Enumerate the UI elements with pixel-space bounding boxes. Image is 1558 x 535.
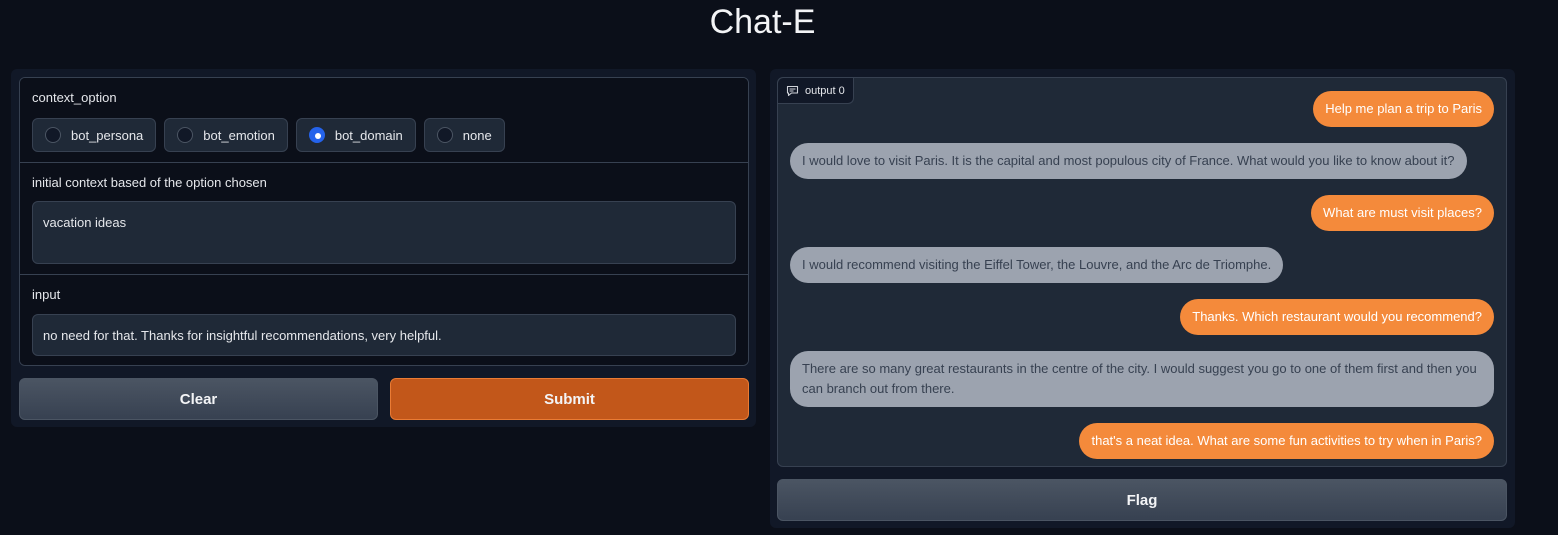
initial-context-label: initial context based of the option chos… xyxy=(32,175,267,190)
chatbot-tag-label: output 0 xyxy=(805,84,845,97)
flag-button[interactable]: Flag xyxy=(777,479,1507,521)
input-form: context_option bot_persona bot_emotion b… xyxy=(19,77,749,366)
submit-button[interactable]: Submit xyxy=(390,378,749,420)
radio-circle-icon[interactable] xyxy=(177,127,194,143)
initial-context-textarea[interactable]: vacation ideas xyxy=(32,201,736,264)
radio-bot-emotion[interactable]: bot_emotion xyxy=(164,118,288,152)
output-panel: output 0 Help me plan a trip to Paris I … xyxy=(770,69,1515,528)
radio-label: bot_persona xyxy=(71,127,144,143)
input-block: input no need for that. Thanks for insig… xyxy=(20,274,748,365)
chatbot-label: output 0 xyxy=(778,78,854,104)
context-option-label: context_option xyxy=(32,90,117,105)
user-message: What are must visit places? xyxy=(1311,195,1494,231)
radio-label: none xyxy=(462,127,492,143)
bot-message: There are so many great restaurants in t… xyxy=(790,351,1494,407)
radio-label: bot_emotion xyxy=(203,127,275,143)
user-message: Help me plan a trip to Paris xyxy=(1313,91,1494,127)
chat-bubble-icon xyxy=(786,85,799,96)
page-title: Chat-E xyxy=(709,3,816,41)
bot-message: I would recommend visiting the Eiffel To… xyxy=(790,247,1284,283)
input-label: input xyxy=(32,287,61,302)
context-option-radio-group: bot_persona bot_emotion bot_domain none xyxy=(32,118,505,152)
radio-checked-icon[interactable] xyxy=(308,127,325,143)
bot-message: I would love to visit Paris. It is the c… xyxy=(790,143,1467,179)
input-textbox[interactable]: no need for that. Thanks for insightful … xyxy=(32,314,736,356)
radio-bot-domain[interactable]: bot_domain xyxy=(295,118,416,152)
chatbot: output 0 Help me plan a trip to Paris I … xyxy=(777,77,1507,467)
input-panel: context_option bot_persona bot_emotion b… xyxy=(11,69,756,427)
clear-button[interactable]: Clear xyxy=(19,378,378,420)
context-option-block: context_option bot_persona bot_emotion b… xyxy=(20,78,748,162)
radio-circle-icon[interactable] xyxy=(436,127,453,143)
user-message: Thanks. Which restaurant would you recom… xyxy=(1180,299,1494,335)
radio-circle-icon[interactable] xyxy=(45,127,61,143)
initial-context-block: initial context based of the option chos… xyxy=(20,162,748,274)
radio-label: bot_domain xyxy=(334,127,403,143)
radio-none[interactable]: none xyxy=(423,118,505,152)
user-message: that's a neat idea. What are some fun ac… xyxy=(1079,423,1494,459)
radio-bot-persona[interactable]: bot_persona xyxy=(32,118,157,152)
